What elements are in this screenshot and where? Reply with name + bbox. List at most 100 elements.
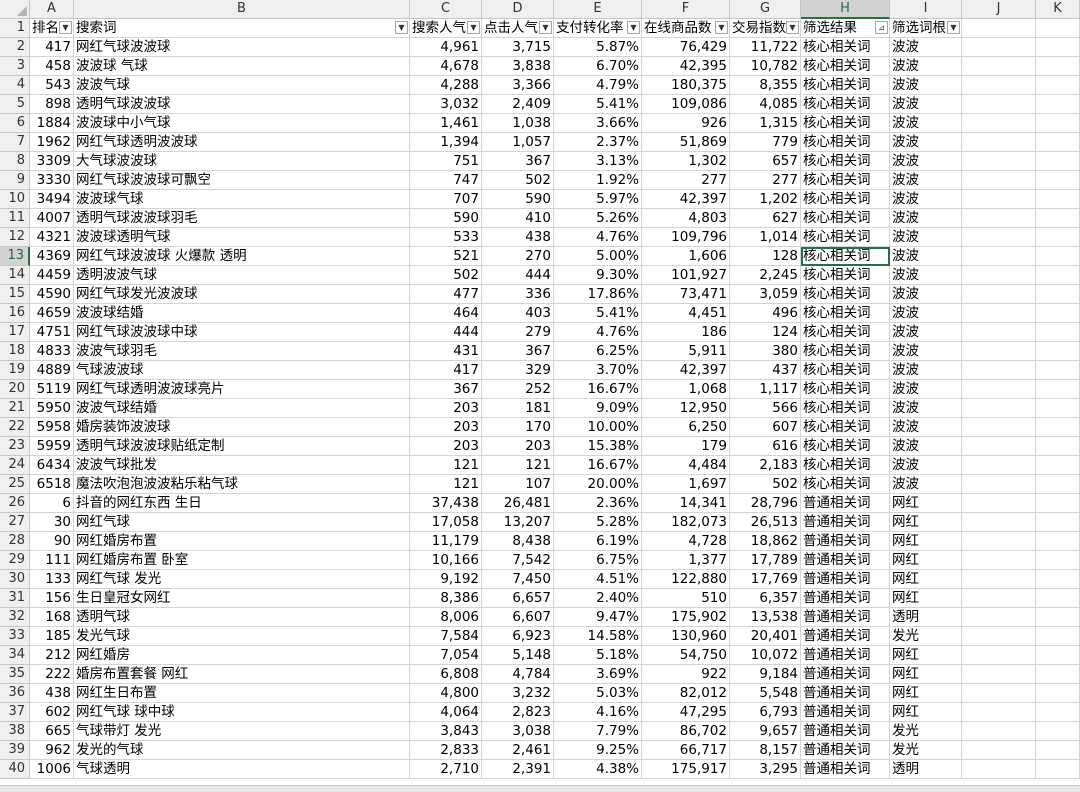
data-cell[interactable]: 533: [410, 228, 482, 247]
data-cell[interactable]: 5.97%: [554, 190, 642, 209]
data-cell[interactable]: 网红: [890, 646, 962, 665]
data-cell[interactable]: [962, 152, 1036, 171]
data-cell[interactable]: 4,728: [642, 532, 730, 551]
data-cell[interactable]: 波波: [890, 266, 962, 285]
data-cell[interactable]: 13,538: [730, 608, 801, 627]
data-cell[interactable]: 4.51%: [554, 570, 642, 589]
data-cell[interactable]: 438: [30, 684, 74, 703]
data-cell[interactable]: [1036, 627, 1080, 646]
data-cell[interactable]: 9.30%: [554, 266, 642, 285]
data-cell[interactable]: 17,789: [730, 551, 801, 570]
data-cell[interactable]: 核心相关词: [801, 57, 890, 76]
data-cell[interactable]: [962, 570, 1036, 589]
row-header[interactable]: 15: [0, 285, 30, 304]
data-cell[interactable]: 5,911: [642, 342, 730, 361]
data-cell[interactable]: 核心相关词: [801, 171, 890, 190]
data-cell[interactable]: 4590: [30, 285, 74, 304]
data-cell[interactable]: 1962: [30, 133, 74, 152]
data-cell[interactable]: 5.26%: [554, 209, 642, 228]
data-cell[interactable]: 42,395: [642, 57, 730, 76]
data-cell[interactable]: 203: [410, 418, 482, 437]
data-cell[interactable]: 11,722: [730, 38, 801, 57]
data-cell[interactable]: 14,341: [642, 494, 730, 513]
data-cell[interactable]: 1884: [30, 114, 74, 133]
row-header[interactable]: 40: [0, 760, 30, 779]
data-cell[interactable]: 502: [410, 266, 482, 285]
data-cell[interactable]: 111: [30, 551, 74, 570]
data-cell[interactable]: [962, 646, 1036, 665]
data-cell[interactable]: [1036, 323, 1080, 342]
data-cell[interactable]: 波波: [890, 190, 962, 209]
data-cell[interactable]: 438: [482, 228, 554, 247]
data-cell[interactable]: 121: [410, 475, 482, 494]
data-cell[interactable]: 6,657: [482, 589, 554, 608]
data-cell[interactable]: 203: [410, 437, 482, 456]
data-cell[interactable]: 9,192: [410, 570, 482, 589]
data-cell[interactable]: 波波: [890, 95, 962, 114]
row-header[interactable]: 19: [0, 361, 30, 380]
filter-dropdown-icon[interactable]: ▼: [786, 21, 799, 34]
data-cell[interactable]: 波波: [890, 418, 962, 437]
data-cell[interactable]: 普通相关词: [801, 684, 890, 703]
data-cell[interactable]: [962, 665, 1036, 684]
data-cell[interactable]: 4.76%: [554, 323, 642, 342]
data-cell[interactable]: 156: [30, 589, 74, 608]
data-cell[interactable]: 17,769: [730, 570, 801, 589]
data-cell[interactable]: 185: [30, 627, 74, 646]
row-header[interactable]: 30: [0, 570, 30, 589]
data-cell[interactable]: 665: [30, 722, 74, 741]
data-cell[interactable]: 707: [410, 190, 482, 209]
data-cell[interactable]: 502: [482, 171, 554, 190]
data-cell[interactable]: 波波: [890, 133, 962, 152]
data-cell[interactable]: 6518: [30, 475, 74, 494]
data-cell[interactable]: 波波: [890, 304, 962, 323]
data-cell[interactable]: 普通相关词: [801, 589, 890, 608]
data-cell[interactable]: 4321: [30, 228, 74, 247]
row-header[interactable]: 28: [0, 532, 30, 551]
data-cell[interactable]: 4.16%: [554, 703, 642, 722]
data-cell[interactable]: 网红生日布置: [74, 684, 410, 703]
data-cell[interactable]: [962, 38, 1036, 57]
data-cell[interactable]: 16.67%: [554, 456, 642, 475]
data-cell[interactable]: 发光: [890, 627, 962, 646]
data-cell[interactable]: 网红: [890, 589, 962, 608]
data-cell[interactable]: [1036, 399, 1080, 418]
data-cell[interactable]: 410: [482, 209, 554, 228]
data-cell[interactable]: 203: [482, 437, 554, 456]
column-header-a[interactable]: A: [30, 0, 74, 19]
data-cell[interactable]: 波波气球: [74, 76, 410, 95]
data-cell[interactable]: 4833: [30, 342, 74, 361]
data-cell[interactable]: 252: [482, 380, 554, 399]
row-header[interactable]: 21: [0, 399, 30, 418]
data-cell[interactable]: 170: [482, 418, 554, 437]
data-cell[interactable]: 1,302: [642, 152, 730, 171]
data-cell[interactable]: 590: [482, 190, 554, 209]
data-cell[interactable]: 26,513: [730, 513, 801, 532]
data-cell[interactable]: 222: [30, 665, 74, 684]
data-cell[interactable]: 透明气球波波球羽毛: [74, 209, 410, 228]
data-cell[interactable]: 1006: [30, 760, 74, 779]
data-cell[interactable]: 波波: [890, 152, 962, 171]
data-cell[interactable]: [1036, 551, 1080, 570]
data-cell[interactable]: 核心相关词: [801, 133, 890, 152]
data-cell[interactable]: 网红气球 球中球: [74, 703, 410, 722]
data-cell[interactable]: 波波: [890, 228, 962, 247]
data-cell[interactable]: [1036, 513, 1080, 532]
data-cell[interactable]: 核心相关词: [801, 285, 890, 304]
data-cell[interactable]: 网红气球波波球: [74, 38, 410, 57]
data-cell[interactable]: 2,183: [730, 456, 801, 475]
row-header[interactable]: 4: [0, 76, 30, 95]
data-cell[interactable]: 4.79%: [554, 76, 642, 95]
data-cell[interactable]: 521: [410, 247, 482, 266]
row-header[interactable]: 18: [0, 342, 30, 361]
column-header-i[interactable]: I: [890, 0, 962, 19]
data-cell[interactable]: [1036, 665, 1080, 684]
data-cell[interactable]: 175,902: [642, 608, 730, 627]
data-cell[interactable]: 898: [30, 95, 74, 114]
header-cell[interactable]: 交易指数 ▼: [730, 19, 801, 38]
data-cell[interactable]: 20.00%: [554, 475, 642, 494]
data-cell[interactable]: 波波球结婚: [74, 304, 410, 323]
data-cell[interactable]: 4,784: [482, 665, 554, 684]
data-cell[interactable]: 婚房布置套餐 网红: [74, 665, 410, 684]
data-cell[interactable]: 86,702: [642, 722, 730, 741]
